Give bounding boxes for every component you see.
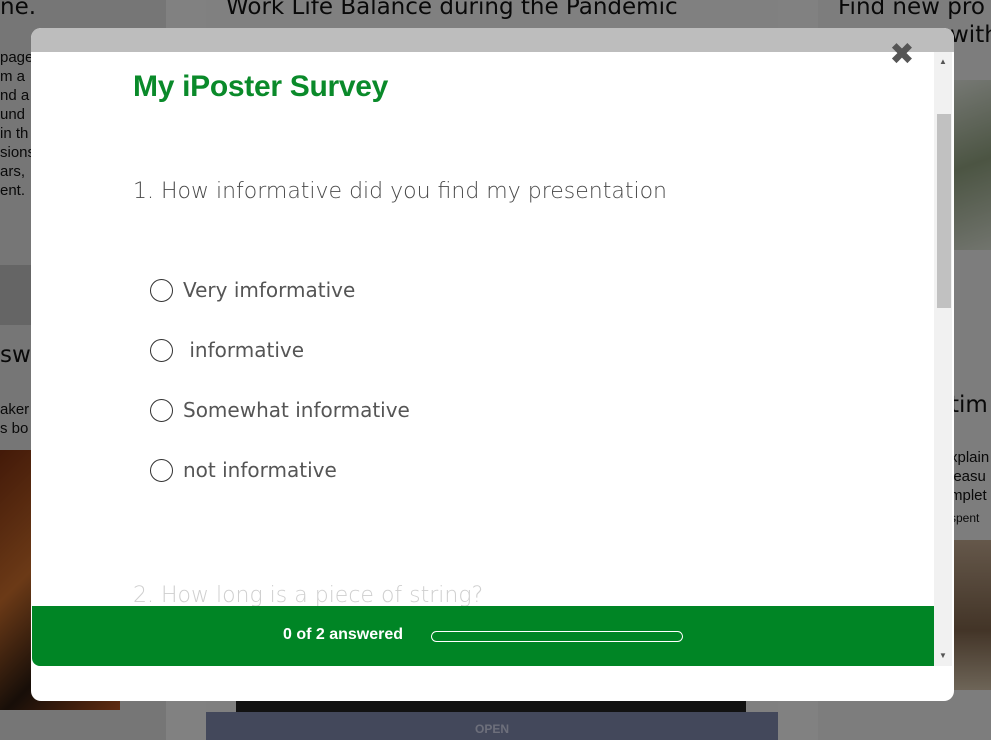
radio-button[interactable] — [150, 338, 173, 362]
progress-bar — [431, 631, 683, 642]
scroll-thumb[interactable] — [937, 114, 951, 308]
option-not-informative[interactable]: not informative — [150, 456, 337, 484]
option-somewhat-informative[interactable]: Somewhat informative — [150, 396, 410, 424]
option-label: informative — [183, 338, 305, 362]
radio-button[interactable] — [150, 278, 173, 302]
survey-title: My iPoster Survey — [133, 70, 389, 103]
option-label: Somewhat informative — [183, 398, 410, 422]
scroll-up-arrow-icon[interactable]: ▲ — [934, 54, 952, 70]
question-1-label: 1. How informative did you find my prese… — [133, 179, 667, 204]
option-very-informative[interactable]: Very imformative — [150, 276, 355, 304]
survey-modal: My iPoster Survey 1. How informative did… — [31, 28, 954, 701]
modal-topbar — [31, 28, 954, 52]
radio-button[interactable] — [150, 398, 173, 422]
scrollbar[interactable]: ▲ ▼ — [934, 52, 952, 666]
survey-frame: My iPoster Survey 1. How informative did… — [32, 52, 934, 666]
progress-text: 0 of 2 answered — [283, 626, 404, 643]
progress-footer: 0 of 2 answered — [32, 606, 934, 666]
scroll-down-arrow-icon[interactable]: ▼ — [934, 648, 952, 664]
close-icon[interactable]: ✖ — [887, 40, 917, 70]
radio-button[interactable] — [150, 458, 173, 482]
option-label: not informative — [183, 458, 337, 482]
option-label: Very imformative — [183, 278, 356, 302]
option-informative[interactable]: informative — [150, 336, 304, 364]
question-2-label: 2. How long is a piece of string? — [133, 583, 484, 608]
